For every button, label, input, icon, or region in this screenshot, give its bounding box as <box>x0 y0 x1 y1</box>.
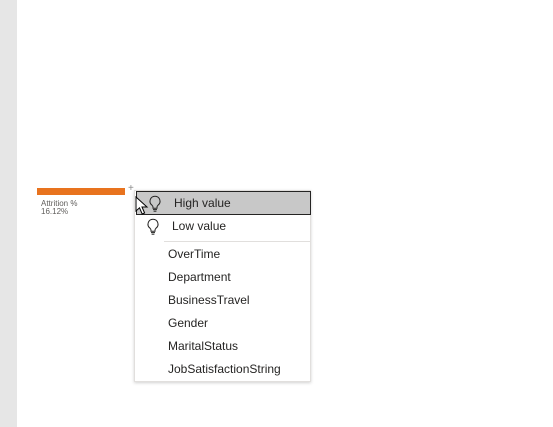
menu-item-label: OverTime <box>168 247 221 261</box>
lightbulb-icon <box>147 218 159 235</box>
root-node-value: 16.12% <box>41 207 69 216</box>
menu-item-field[interactable]: OverTime <box>135 243 310 266</box>
menu-item-field[interactable]: JobSatisfactionString <box>135 358 310 381</box>
lightbulb-icon <box>149 195 161 212</box>
left-panel-edge <box>0 0 17 427</box>
menu-item-field[interactable]: Gender <box>135 312 310 335</box>
menu-item-field[interactable]: Department <box>135 266 310 289</box>
menu-item-label: BusinessTravel <box>168 293 250 307</box>
menu-item-label: Department <box>168 270 231 284</box>
menu-item-label: Low value <box>172 219 227 233</box>
menu-item-high-value[interactable]: High value <box>136 191 311 215</box>
menu-item-field[interactable]: BusinessTravel <box>135 289 310 312</box>
decomposition-root-bar[interactable] <box>37 188 125 195</box>
menu-item-low-value[interactable]: Low value <box>135 215 310 238</box>
menu-item-label: Gender <box>168 316 209 330</box>
menu-item-label: High value <box>174 196 231 210</box>
menu-item-field[interactable]: MaritalStatus <box>135 335 310 358</box>
expand-menu: High value Low value OverTime Department… <box>134 190 311 382</box>
menu-item-label: MaritalStatus <box>168 339 239 353</box>
menu-separator <box>164 241 310 242</box>
menu-item-label: JobSatisfactionString <box>168 362 281 376</box>
mouse-cursor-icon <box>135 196 149 215</box>
